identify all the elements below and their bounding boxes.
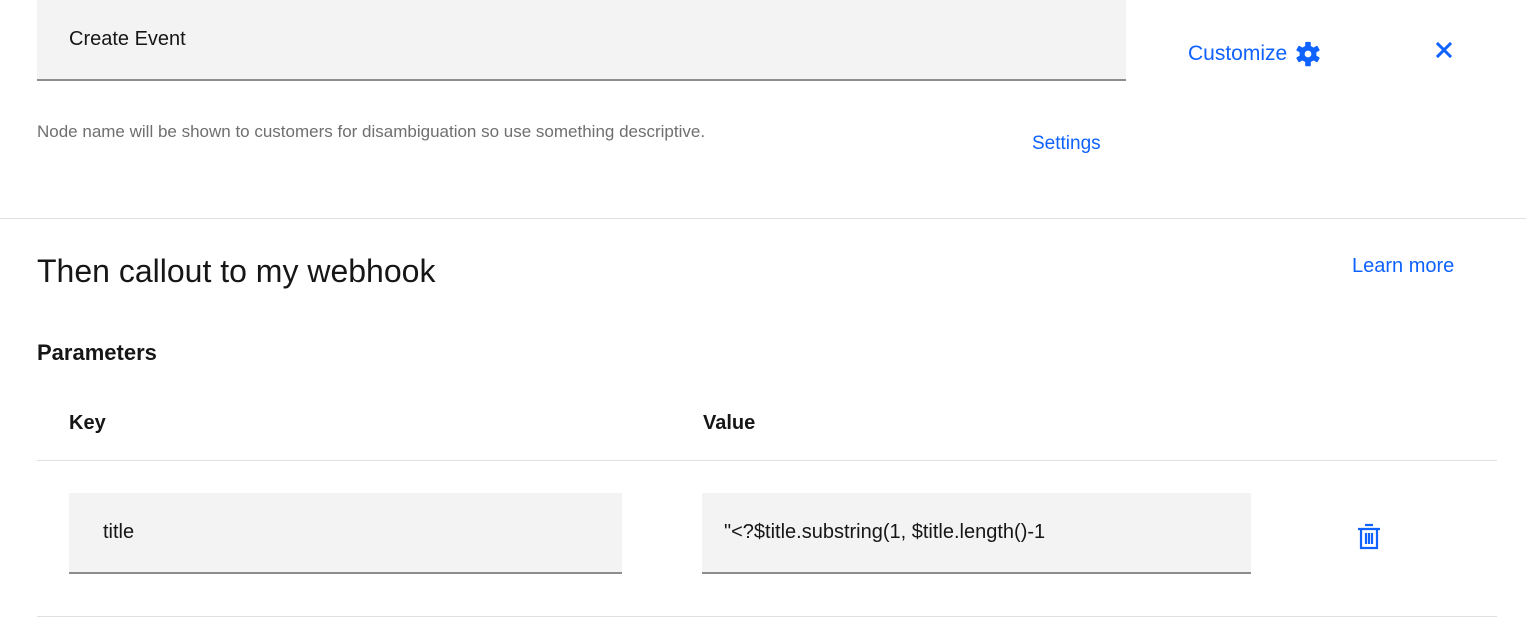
trash-icon[interactable] — [1355, 521, 1383, 551]
parameter-value-input[interactable] — [702, 493, 1251, 574]
section-title: Then callout to my webhook — [37, 253, 436, 289]
customize-link[interactable]: Customize — [1188, 34, 1323, 74]
key-column-header: Key — [69, 412, 106, 434]
parameters-heading: Parameters — [37, 340, 157, 365]
gear-icon — [1296, 41, 1320, 67]
parameter-key-input[interactable] — [69, 493, 622, 574]
table-header-divider — [37, 460, 1497, 461]
customize-label: Customize — [1188, 42, 1288, 65]
close-icon[interactable] — [1432, 38, 1456, 62]
node-name-field[interactable] — [37, 0, 1126, 81]
divider — [0, 218, 1526, 219]
learn-more-link[interactable]: Learn more — [1352, 255, 1454, 278]
value-column-header: Value — [703, 412, 756, 434]
settings-link[interactable]: Settings — [1032, 133, 1101, 155]
node-name-helper-text: Node name will be shown to customers for… — [37, 122, 706, 141]
